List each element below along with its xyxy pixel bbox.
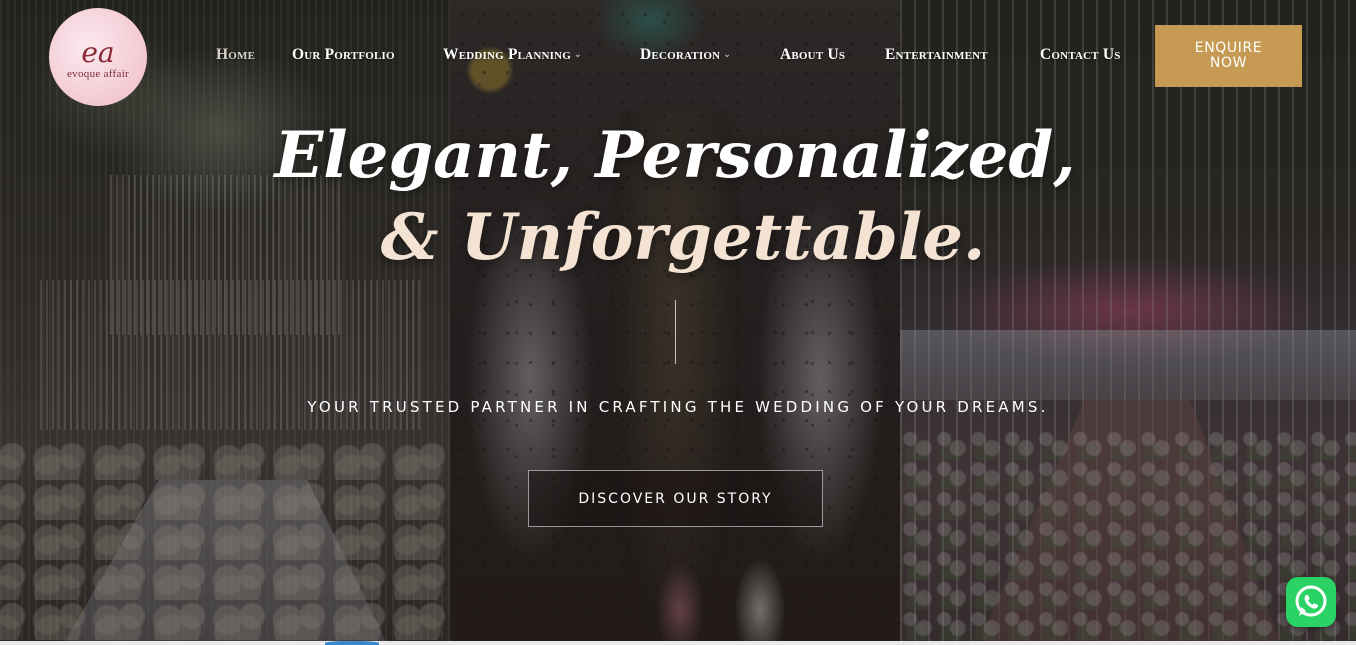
bottom-strip xyxy=(0,641,1356,645)
nav-contact-us[interactable]: Contact Us xyxy=(1040,46,1121,66)
hero-tagline: YOUR TRUSTED PARTNER IN CRAFTING THE WED… xyxy=(307,398,1049,416)
chevron-down-icon: ⌄ xyxy=(574,49,582,59)
enquire-line1: ENQUIRE xyxy=(1194,40,1263,56)
hero-overlay xyxy=(0,0,1356,641)
nav-home[interactable]: Home xyxy=(216,46,255,66)
whatsapp-icon xyxy=(1295,585,1327,617)
logo-mark: ea xyxy=(81,36,115,69)
nav-entertainment[interactable]: Entertainment xyxy=(885,46,988,66)
logo[interactable]: ea evoque affair xyxy=(49,8,147,106)
discover-our-story-button[interactable]: DISCOVER OUR STORY xyxy=(528,470,823,527)
enquire-now-button[interactable]: ENQUIRE NOW xyxy=(1155,25,1302,87)
hero-headline-line1: Elegant, Personalized, xyxy=(274,118,1076,193)
hero-divider xyxy=(675,300,676,364)
hero-headline-line2: & Unforgettable. xyxy=(380,200,986,275)
nav-about-us[interactable]: About Us xyxy=(780,46,845,66)
chevron-down-icon: ⌄ xyxy=(723,49,731,59)
nav-wedding-planning[interactable]: Wedding Planning ⌄ xyxy=(443,46,582,66)
nav-decoration[interactable]: Decoration ⌄ xyxy=(640,46,731,66)
enquire-line2: NOW xyxy=(1209,55,1248,71)
whatsapp-button[interactable] xyxy=(1286,577,1336,627)
hero-section xyxy=(0,0,1356,641)
logo-text: evoque affair xyxy=(66,68,130,80)
nav-our-portfolio[interactable]: Our Portfolio xyxy=(292,46,395,66)
